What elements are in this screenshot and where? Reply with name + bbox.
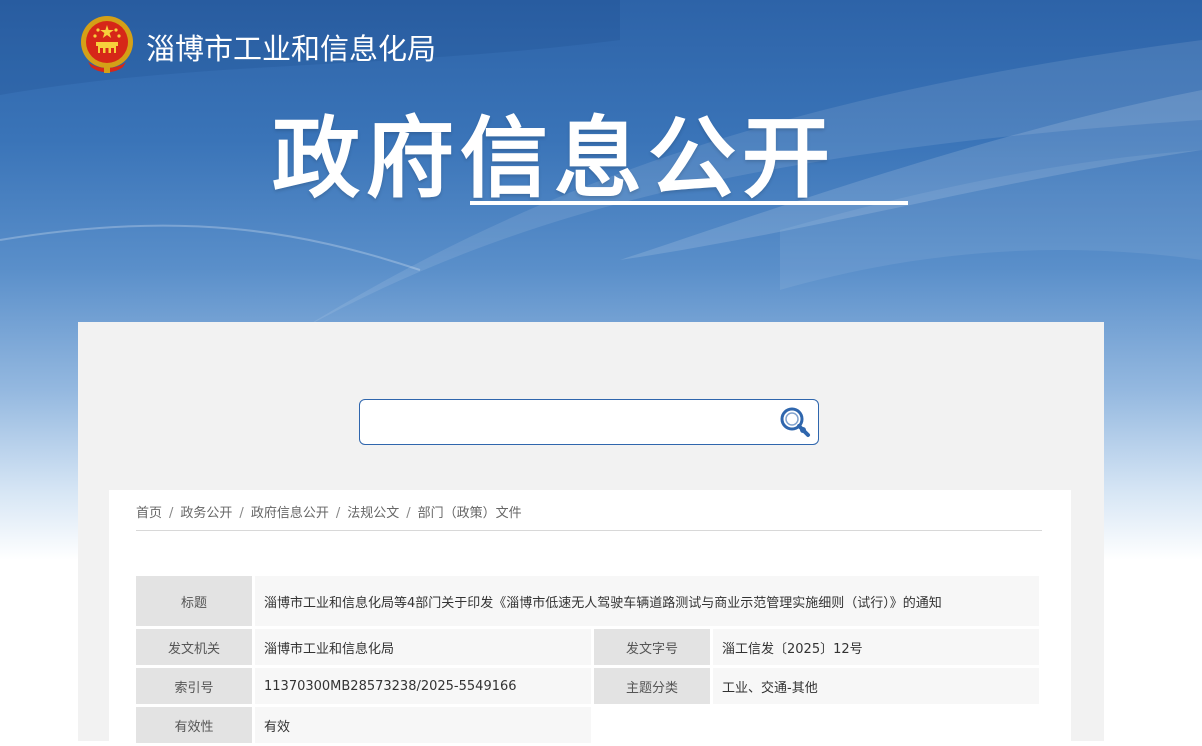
document-card: 首页 / 政务公开 / 政府信息公开 / 法规公文 / 部门（政策）文件 标题 淄博市工业和信息… (109, 490, 1071, 746)
breadcrumb-home[interactable]: 首页 (136, 506, 162, 521)
topic-label: 主题分类 (594, 668, 713, 707)
title-underline (470, 201, 908, 205)
content-panel: 首页 / 政务公开 / 政府信息公开 / 法规公文 / 部门（政策）文件 标题 淄博市工业和信息… (78, 322, 1104, 746)
index-label: 索引号 (136, 668, 255, 707)
meta-row-title: 标题 淄博市工业和信息化局等4部门关于印发《淄博市低速无人驾驶车辆道路测试与商业… (136, 576, 1042, 629)
issuer-value: 淄博市工业和信息化局 (255, 629, 594, 668)
breadcrumb-regulations[interactable]: 法规公文 (347, 506, 399, 521)
doc-no-value: 淄工信发〔2025〕12号 (713, 629, 1042, 668)
search-input[interactable] (370, 408, 774, 436)
index-value: 11370300MB28573238/2025-5549166 (255, 668, 594, 707)
title-label: 标题 (136, 576, 255, 629)
issuer-label: 发文机关 (136, 629, 255, 668)
page-title: 政府信息公开 (272, 107, 837, 210)
meta-row-index: 索引号 11370300MB28573238/2025-5549166 主题分类… (136, 668, 1042, 707)
meta-row-issuer: 发文机关 淄博市工业和信息化局 发文字号 淄工信发〔2025〕12号 (136, 629, 1042, 668)
topic-value: 工业、交通-其他 (713, 668, 1042, 707)
document-meta-table: 标题 淄博市工业和信息化局等4部门关于印发《淄博市低速无人驾驶车辆道路测试与商业… (136, 576, 1042, 746)
search-box (359, 399, 819, 445)
site-name[interactable]: 淄博市工业和信息化局 (146, 26, 436, 68)
national-emblem-icon (78, 14, 136, 76)
search-icon[interactable] (778, 405, 814, 439)
breadcrumb-info-disclosure[interactable]: 政府信息公开 (251, 506, 329, 521)
breadcrumb: 首页 / 政务公开 / 政府信息公开 / 法规公文 / 部门（政策）文件 (136, 506, 522, 521)
breadcrumb-gov-affairs[interactable]: 政务公开 (180, 506, 232, 521)
breadcrumb-divider (136, 530, 1042, 531)
title-value: 淄博市工业和信息化局等4部门关于印发《淄博市低速无人驾驶车辆道路测试与商业示范管… (255, 576, 1042, 629)
breadcrumb-dept-files[interactable]: 部门（政策）文件 (418, 506, 522, 521)
doc-no-label: 发文字号 (594, 629, 713, 668)
meta-row-validity: 有效性 有效 (136, 707, 1042, 746)
validity-value: 有效 (255, 707, 594, 746)
validity-label: 有效性 (136, 707, 255, 746)
